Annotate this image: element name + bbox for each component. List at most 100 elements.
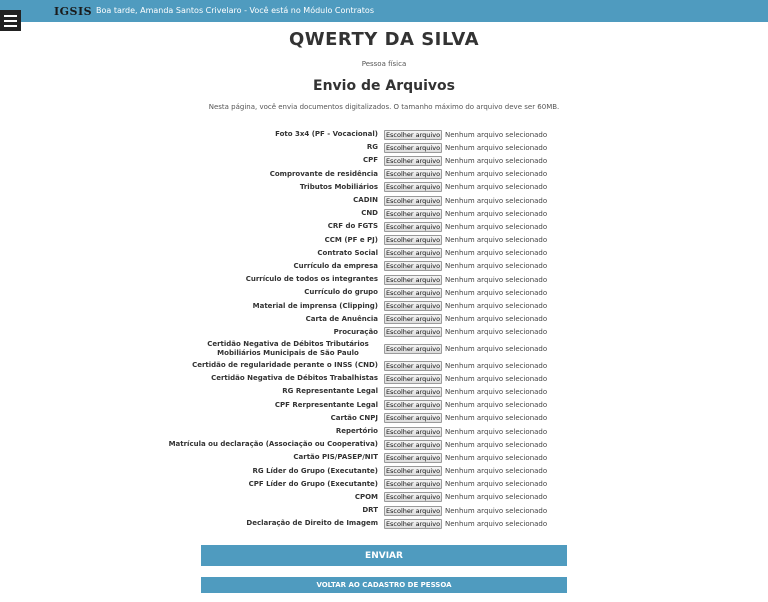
choose-file-button[interactable]: Escolher arquivo bbox=[384, 235, 442, 246]
choose-file-button[interactable]: Escolher arquivo bbox=[384, 479, 442, 490]
choose-file-button[interactable]: Escolher arquivo bbox=[384, 221, 442, 232]
file-status-text: Nenhum arquivo selecionado bbox=[445, 519, 548, 528]
document-row: Currículo do grupo Escolher arquivo Nenhum… bbox=[0, 286, 768, 299]
document-label: DRT bbox=[362, 506, 378, 515]
document-label: Comprovante de residência bbox=[269, 169, 378, 178]
document-row: Carta de Anuência Escolher arquivo Nenhum … bbox=[0, 313, 768, 326]
file-status-text: Nenhum arquivo selecionado bbox=[445, 288, 548, 297]
choose-file-button[interactable]: Escolher arquivo bbox=[384, 327, 442, 338]
document-row: DRT Escolher arquivo Nenhum arquivo seleci… bbox=[0, 504, 768, 517]
choose-file-button[interactable]: Escolher arquivo bbox=[384, 466, 442, 477]
document-row: Tributos Mobiliários Escolher arquivo Nenh… bbox=[0, 181, 768, 194]
document-label: Carta de Anuência bbox=[305, 314, 378, 323]
file-status-text: Nenhum arquivo selecionado bbox=[445, 414, 548, 423]
document-label: CPF bbox=[362, 156, 378, 165]
file-status-text: Nenhum arquivo selecionado bbox=[445, 302, 548, 311]
file-status-text: Nenhum arquivo selecionado bbox=[445, 345, 548, 353]
choose-file-button[interactable]: Escolher arquivo bbox=[384, 360, 442, 371]
file-status-text: Nenhum arquivo selecionado bbox=[445, 143, 548, 152]
file-status-text: Nenhum arquivo selecionado bbox=[445, 401, 548, 410]
choose-file-button[interactable]: Escolher arquivo bbox=[384, 492, 442, 503]
document-row: CND Escolher arquivo Nenhum arquivo seleci… bbox=[0, 207, 768, 220]
file-status-text: Nenhum arquivo selecionado bbox=[445, 506, 548, 515]
document-label: RG Líder do Grupo (Executante) bbox=[252, 466, 379, 475]
choose-file-button[interactable]: Escolher arquivo bbox=[384, 155, 442, 166]
app-logo[interactable]: IGSIS bbox=[54, 5, 92, 18]
choose-file-button[interactable]: Escolher arquivo bbox=[384, 373, 442, 384]
document-label: CRF do FGTS bbox=[327, 222, 378, 231]
document-label: Foto 3x4 (PF - Vocacional) bbox=[275, 130, 378, 139]
file-status-text: Nenhum arquivo selecionado bbox=[445, 183, 548, 192]
choose-file-button[interactable]: Escolher arquivo bbox=[384, 142, 442, 153]
document-label: Material de imprensa (Clipping) bbox=[252, 301, 378, 310]
choose-file-button[interactable]: Escolher arquivo bbox=[384, 505, 442, 516]
document-row: Cartão PIS/PASEP/NIT Escolher arquivo Nenh… bbox=[0, 451, 768, 464]
file-status-text: Nenhum arquivo selecionado bbox=[445, 156, 548, 165]
choose-file-button[interactable]: Escolher arquivo bbox=[384, 261, 442, 272]
file-status-text: Nenhum arquivo selecionado bbox=[445, 361, 548, 370]
choose-file-button[interactable]: Escolher arquivo bbox=[384, 344, 442, 354]
choose-file-button[interactable]: Escolher arquivo bbox=[384, 413, 442, 424]
document-label: CND bbox=[361, 209, 378, 218]
document-row: Certidão de regularidade perante o INSS … bbox=[0, 359, 768, 372]
document-label: Tributos Mobiliários bbox=[299, 182, 378, 191]
choose-file-button[interactable]: Escolher arquivo bbox=[384, 129, 442, 140]
document-row: Declaração de Direito de Imagem Escolher … bbox=[0, 517, 768, 530]
hamburger-menu-icon[interactable] bbox=[0, 10, 21, 31]
file-status-text: Nenhum arquivo selecionado bbox=[445, 130, 548, 139]
choose-file-button[interactable]: Escolher arquivo bbox=[384, 314, 442, 325]
document-label: CPF Rerpresentante Legal bbox=[274, 400, 378, 409]
file-status-text: Nenhum arquivo selecionado bbox=[445, 170, 548, 179]
choose-file-button[interactable]: Escolher arquivo bbox=[384, 386, 442, 397]
document-row: Certidão Negativa de Débitos Tributários… bbox=[0, 339, 768, 359]
choose-file-button[interactable]: Escolher arquivo bbox=[384, 195, 442, 206]
file-status-text: Nenhum arquivo selecionado bbox=[445, 275, 548, 284]
document-row: CADIN Escolher arquivo Nenhum arquivo sele… bbox=[0, 194, 768, 207]
document-label: RG Representante Legal bbox=[282, 387, 378, 396]
choose-file-button[interactable]: Escolher arquivo bbox=[384, 274, 442, 285]
choose-file-button[interactable]: Escolher arquivo bbox=[384, 287, 442, 298]
document-label: Currículo da empresa bbox=[293, 261, 378, 270]
document-label: Repertório bbox=[335, 427, 378, 436]
document-label: CCM (PF e PJ) bbox=[324, 235, 378, 244]
document-label: Currículo do grupo bbox=[304, 288, 378, 297]
document-row: Foto 3x4 (PF - Vocacional) Escolher arqui… bbox=[0, 128, 768, 141]
file-status-text: Nenhum arquivo selecionado bbox=[445, 440, 548, 449]
document-row: CRF do FGTS Escolher arquivo Nenhum arquiv… bbox=[0, 220, 768, 233]
choose-file-button[interactable]: Escolher arquivo bbox=[384, 301, 442, 312]
document-label: Cartão CNPJ bbox=[330, 413, 378, 422]
choose-file-button[interactable]: Escolher arquivo bbox=[384, 518, 442, 529]
page-title: Envio de Arquivos bbox=[313, 78, 455, 94]
document-row: Currículo da empresa Escolher arquivo Nenh… bbox=[0, 260, 768, 273]
submit-button[interactable]: ENVIAR bbox=[201, 545, 567, 566]
choose-file-button[interactable]: Escolher arquivo bbox=[384, 169, 442, 180]
file-status-text: Nenhum arquivo selecionado bbox=[445, 374, 548, 383]
choose-file-button[interactable]: Escolher arquivo bbox=[384, 182, 442, 193]
file-status-text: Nenhum arquivo selecionado bbox=[445, 236, 548, 245]
choose-file-button[interactable]: Escolher arquivo bbox=[384, 439, 442, 450]
document-row: Contrato Social Escolher arquivo Nenhum ar… bbox=[0, 247, 768, 260]
document-row: Material de imprensa (Clipping) Escolher … bbox=[0, 299, 768, 312]
choose-file-button[interactable]: Escolher arquivo bbox=[384, 426, 442, 437]
top-bar: IGSIS Boa tarde, Amanda Santos Crivelaro… bbox=[0, 0, 768, 22]
person-name: QWERTY DA SILVA bbox=[288, 29, 479, 50]
document-row: CPF Rerpresentante Legal Escolher arquivo… bbox=[0, 399, 768, 412]
choose-file-button[interactable]: Escolher arquivo bbox=[384, 452, 442, 463]
document-label: Contrato Social bbox=[317, 248, 378, 257]
file-status-text: Nenhum arquivo selecionado bbox=[445, 262, 548, 271]
document-upload-list: Foto 3x4 (PF - Vocacional) Escolher arqui… bbox=[0, 128, 768, 530]
document-label: CPOM bbox=[354, 492, 378, 501]
document-row: Procuração Escolher arquivo Nenhum arquivo… bbox=[0, 326, 768, 339]
document-row: Certidão Negativa de Débitos Trabalhista… bbox=[0, 372, 768, 385]
document-row: CCM (PF e PJ) Escolher arquivo Nenhum arqu… bbox=[0, 234, 768, 247]
choose-file-button[interactable]: Escolher arquivo bbox=[384, 400, 442, 411]
document-row: Comprovante de residência Escolher arquiv… bbox=[0, 168, 768, 181]
choose-file-button[interactable]: Escolher arquivo bbox=[384, 248, 442, 259]
choose-file-button[interactable]: Escolher arquivo bbox=[384, 208, 442, 219]
file-status-text: Nenhum arquivo selecionado bbox=[445, 467, 548, 476]
document-label: Declaração de Direito de Imagem bbox=[246, 519, 378, 528]
file-status-text: Nenhum arquivo selecionado bbox=[445, 493, 548, 502]
document-row: RG Líder do Grupo (Executante) Escolher a… bbox=[0, 465, 768, 478]
back-to-person-button[interactable]: VOLTAR AO CADASTRO DE PESSOA bbox=[201, 577, 567, 593]
document-label: Certidão Negativa de Débitos Trabalhista… bbox=[211, 374, 378, 383]
